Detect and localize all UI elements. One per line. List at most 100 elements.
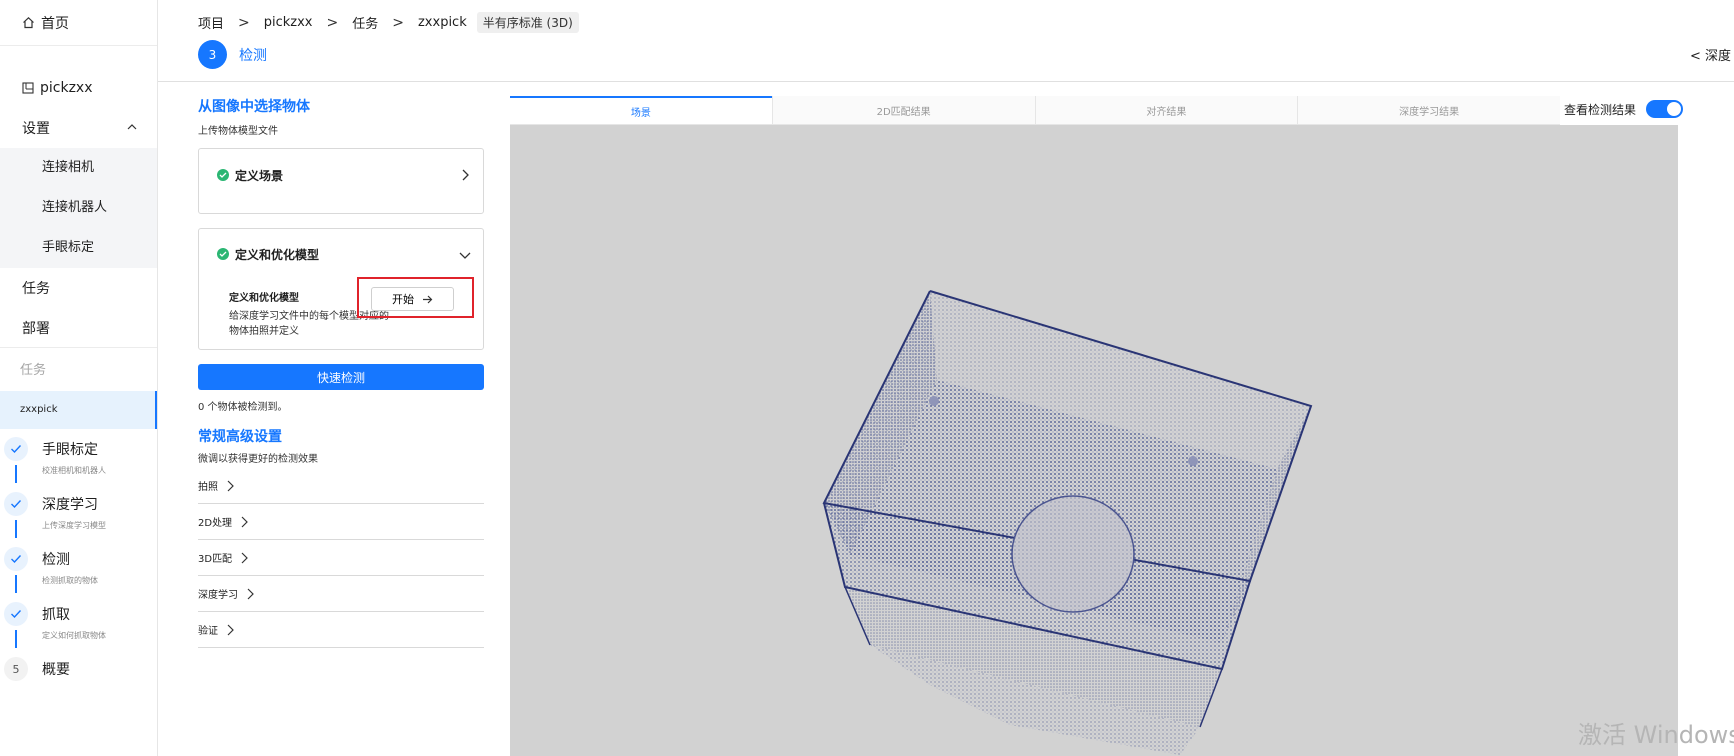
step-title: 手眼标定 (42, 442, 98, 458)
step-desc: 定义如何抓取物体 (42, 631, 106, 640)
advanced-settings-subtitle: 微调以获得更好的检测效果 (198, 454, 318, 465)
settings-submenu: 连接相机 连接机器人 手眼标定 (0, 148, 157, 268)
home-icon (23, 16, 34, 29)
accordion-deep-learning[interactable]: 深度学习 (198, 576, 484, 612)
breadcrumb-item[interactable]: 项目 (198, 13, 224, 32)
breadcrumb-separator-icon: > (392, 14, 404, 31)
step-connector (15, 465, 17, 483)
toggle-knob (1667, 102, 1682, 116)
sidebar-deploy-label: 部署 (22, 321, 50, 337)
toggle-label: 查看检测结果 (1564, 102, 1637, 117)
breadcrumb-item[interactable]: zxxpick (418, 15, 467, 30)
detect-count-text: 0 个物体被检测到。 (198, 402, 288, 413)
accordion-label: 2D处理 (198, 518, 233, 529)
tab-2d-match[interactable]: 2D匹配结果 (771, 96, 1035, 124)
tab-scene[interactable]: 场景 (510, 96, 772, 124)
point-cloud-viewer[interactable] (510, 125, 1678, 756)
current-step-label: 检测 (239, 47, 267, 64)
card-define-scene[interactable]: 定义场景 (198, 148, 484, 214)
task-type-tag: 半有序标准 (3D) (476, 12, 579, 33)
card-scene-title: 定义场景 (235, 169, 284, 183)
quick-detect-button[interactable]: 快速检测 (198, 364, 484, 390)
accordion-label: 3D匹配 (198, 554, 233, 565)
check-icon (4, 602, 28, 626)
check-icon (4, 492, 28, 516)
chevron-right-icon (227, 624, 234, 635)
depth-link-label: 深度 (1705, 49, 1732, 64)
chevron-down-icon[interactable] (459, 251, 471, 259)
step-title: 抓取 (42, 607, 70, 623)
view-results-toggle[interactable] (1646, 100, 1684, 118)
step-title: 深度学习 (42, 497, 98, 513)
step-desc: 上传深度学习模型 (42, 521, 106, 530)
start-button-label: 开始 (392, 293, 414, 306)
point-cloud-image (822, 290, 1313, 755)
sidebar-home[interactable]: 首页 (0, 0, 157, 46)
accordion-capture[interactable]: 拍照 (198, 468, 484, 504)
check-icon (4, 437, 28, 461)
sidebar: 首页 pickzxx 设置 连接相机 连接机器人 手眼标定 任务 部署 任务 z… (0, 0, 158, 756)
sidebar-task-label: 任务 (22, 281, 50, 297)
accordion-3d-matching[interactable]: 3D匹配 (198, 540, 484, 576)
step-title: 概要 (42, 662, 70, 678)
header-divider (158, 81, 1734, 82)
sidebar-item-settings[interactable]: 设置 (0, 116, 157, 140)
sidebar-item-project[interactable]: pickzxx (0, 76, 157, 100)
current-step-number: 3 (198, 40, 227, 69)
sidebar-item-connect-camera[interactable]: 连接相机 (0, 148, 157, 188)
sidebar-item-task[interactable]: 任务 (0, 276, 157, 300)
chevron-right-icon (462, 169, 469, 181)
breadcrumb-item[interactable]: pickzxx (264, 15, 313, 30)
breadcrumb-separator-icon: > (326, 14, 339, 31)
detect-panel: 从图像中选择物体 上传物体模型文件 定义场景 定义和优化模型 定义和优化模型 给… (198, 96, 484, 648)
sidebar-active-task[interactable]: zxxpick (0, 391, 157, 429)
card-model-title: 定义和优化模型 (235, 248, 320, 262)
chevron-right-icon (241, 516, 248, 527)
breadcrumb-item[interactable]: 任务 (352, 13, 378, 32)
panel-title: 从图像中选择物体 (198, 99, 310, 115)
accordion-label: 深度学习 (198, 590, 238, 601)
accordion-2d-processing[interactable]: 2D处理 (198, 504, 484, 540)
advanced-settings-title: 常规高级设置 (198, 429, 282, 445)
success-check-icon (217, 169, 229, 181)
app-root: 首页 pickzxx 设置 连接相机 连接机器人 手眼标定 任务 部署 任务 z… (0, 0, 1734, 756)
step-connector (15, 575, 17, 593)
step-connector (15, 630, 17, 648)
sidebar-item-connect-robot[interactable]: 连接机器人 (0, 188, 157, 228)
start-button[interactable]: 开始 (371, 287, 454, 311)
sidebar-section-task: 任务 (0, 356, 157, 380)
view-results-toggle-group: 查看检测结果 (1564, 100, 1684, 118)
card-define-model: 定义和优化模型 定义和优化模型 给深度学习文件中的每个模型对应的物体拍照并定义 … (198, 228, 484, 350)
arrow-right-icon (423, 295, 433, 303)
step-title: 检测 (42, 552, 70, 568)
result-tabs: 场景 2D匹配结果 对齐结果 深度学习结果 (510, 96, 1560, 125)
step-desc: 校准相机和机器人 (42, 466, 106, 475)
tab-deep-learning[interactable]: 深度学习结果 (1297, 96, 1560, 124)
panel-subtitle: 上传物体模型文件 (198, 126, 278, 137)
accordion-validation[interactable]: 验证 (198, 612, 484, 648)
chevron-left-icon: < (1690, 49, 1706, 64)
sidebar-project-label: pickzxx (40, 80, 93, 96)
sidebar-item-hand-eye[interactable]: 手眼标定 (0, 228, 157, 268)
project-icon (22, 82, 34, 94)
current-step-header: 3 检测 (198, 40, 267, 69)
card-model-subtitle: 定义和优化模型 (229, 293, 299, 304)
success-check-icon (217, 248, 229, 260)
breadcrumb: 项目 > pickzxx > 任务 > zxxpick 半有序标准 (3D) (198, 12, 579, 33)
highlight-box: 开始 (357, 277, 474, 318)
tab-align[interactable]: 对齐结果 (1034, 96, 1298, 124)
sidebar-item-deploy[interactable]: 部署 (0, 316, 157, 340)
sidebar-divider (0, 347, 157, 348)
step-desc: 检测抓取的物体 (42, 576, 98, 585)
sidebar-section-task-label: 任务 (20, 362, 47, 378)
sidebar-settings-label: 设置 (22, 121, 50, 137)
step-number: 5 (4, 657, 28, 681)
check-icon (4, 547, 28, 571)
depth-link[interactable]: < 深度 (1690, 45, 1731, 64)
windows-watermark: 激活 Windows (1578, 721, 1734, 749)
chevron-up-icon (127, 124, 137, 130)
chevron-right-icon (227, 480, 234, 491)
sidebar-home-label: 首页 (41, 15, 69, 32)
breadcrumb-separator-icon: > (238, 14, 250, 31)
step-connector (15, 520, 17, 538)
